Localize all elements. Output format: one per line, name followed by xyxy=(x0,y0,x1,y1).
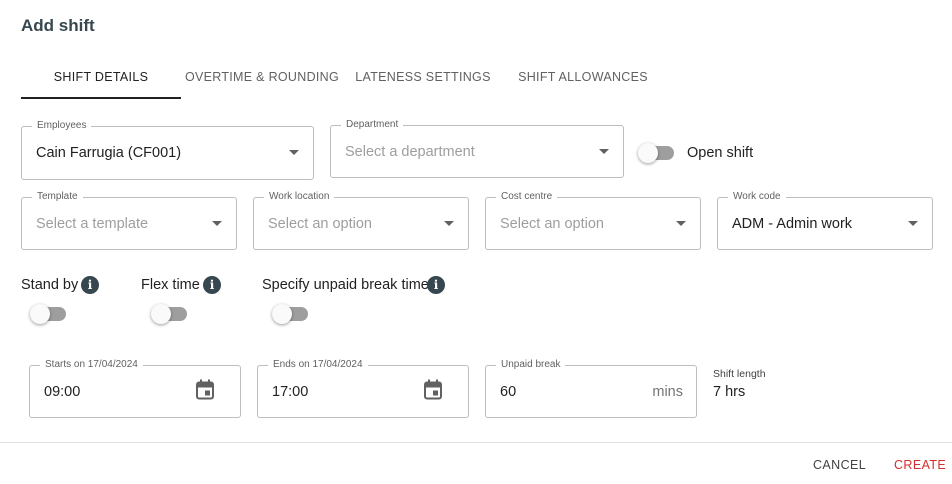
work-location-select[interactable]: Work location Select an option xyxy=(253,191,469,250)
starts-value: 09:00 xyxy=(44,383,81,400)
chevron-down-icon xyxy=(212,220,222,226)
tab-overtime-rounding[interactable]: OVERTIME & ROUNDING xyxy=(181,56,343,98)
create-button[interactable]: CREATE xyxy=(894,452,946,478)
tab-bar: SHIFT DETAILS OVERTIME & ROUNDING LATENE… xyxy=(21,56,663,100)
unpaid-break-value: 60 xyxy=(500,383,517,400)
calendar-icon[interactable] xyxy=(424,379,442,404)
toggle-thumb xyxy=(30,304,50,324)
work-location-label: Work location xyxy=(264,191,335,203)
shift-length-value: 7 hrs xyxy=(713,384,746,400)
starts-label: Starts on 17/04/2024 xyxy=(40,359,143,371)
employees-value: Cain Farrugia (CF001) xyxy=(36,145,182,161)
flex-time-toggle[interactable] xyxy=(151,304,187,324)
starts-time-input[interactable]: Starts on 17/04/2024 09:00 xyxy=(29,359,241,418)
cost-centre-select[interactable]: Cost centre Select an option xyxy=(485,191,701,250)
work-code-value: ADM - Admin work xyxy=(732,215,853,232)
template-placeholder: Select a template xyxy=(36,215,149,232)
unpaid-break-input[interactable]: Unpaid break 60 mins xyxy=(485,359,697,418)
calendar-icon[interactable] xyxy=(196,379,214,404)
department-label: Department xyxy=(341,119,404,131)
tab-shift-details[interactable]: SHIFT DETAILS xyxy=(21,56,181,98)
ends-label: Ends on 17/04/2024 xyxy=(268,359,368,371)
unpaid-break-time-label: Specify unpaid break time xyxy=(262,277,429,293)
unpaid-break-label: Unpaid break xyxy=(496,359,566,371)
department-select[interactable]: Department Select a department xyxy=(330,119,624,178)
employees-label: Employees xyxy=(32,120,92,132)
unpaid-break-time-toggle[interactable] xyxy=(272,304,308,324)
toggle-thumb xyxy=(151,304,171,324)
flex-time-label: Flex time xyxy=(141,277,200,293)
ends-value: 17:00 xyxy=(272,383,309,400)
chevron-down-icon xyxy=(444,220,454,226)
department-placeholder: Select a department xyxy=(345,143,475,160)
chevron-down-icon xyxy=(676,220,686,226)
chevron-down-icon xyxy=(908,220,918,226)
chevron-down-icon xyxy=(599,148,609,154)
open-shift-toggle[interactable] xyxy=(638,143,674,163)
tab-shift-allowances[interactable]: SHIFT ALLOWANCES xyxy=(503,56,663,98)
chevron-down-icon xyxy=(289,150,299,155)
cost-centre-label: Cost centre xyxy=(496,191,558,203)
footer-divider xyxy=(0,442,952,443)
tab-lateness-settings[interactable]: LATENESS SETTINGS xyxy=(343,56,503,98)
info-icon[interactable]: i xyxy=(203,276,221,294)
toggle-thumb xyxy=(638,143,658,163)
stand-by-label: Stand by xyxy=(21,277,79,293)
work-code-label: Work code xyxy=(728,191,786,203)
stand-by-toggle[interactable] xyxy=(30,304,66,324)
template-label: Template xyxy=(32,191,83,203)
toggle-thumb xyxy=(272,304,292,324)
cancel-button[interactable]: CANCEL xyxy=(813,452,866,478)
active-tab-indicator xyxy=(21,97,181,99)
work-code-select[interactable]: Work code ADM - Admin work xyxy=(717,191,933,250)
employees-select[interactable]: Employees Cain Farrugia (CF001) xyxy=(21,120,314,180)
template-select[interactable]: Template Select a template xyxy=(21,191,237,250)
unpaid-break-unit: mins xyxy=(652,383,683,400)
info-icon[interactable]: i xyxy=(81,276,99,294)
dialog-title: Add shift xyxy=(21,16,95,35)
open-shift-label: Open shift xyxy=(687,145,754,161)
shift-length-label: Shift length xyxy=(713,368,766,380)
cost-centre-placeholder: Select an option xyxy=(500,215,604,232)
work-location-placeholder: Select an option xyxy=(268,215,372,232)
info-icon[interactable]: i xyxy=(427,276,445,294)
ends-time-input[interactable]: Ends on 17/04/2024 17:00 xyxy=(257,359,469,418)
